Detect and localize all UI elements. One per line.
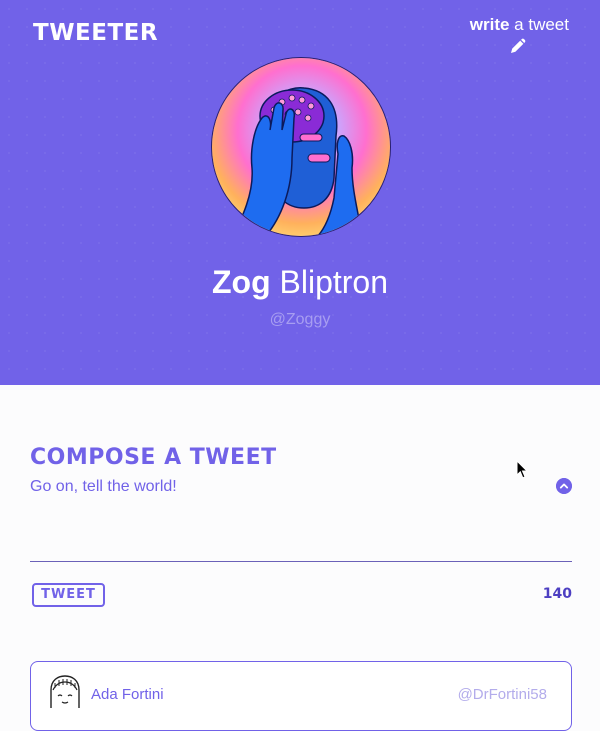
app-logo[interactable]: TWEETER <box>33 20 158 46</box>
tweet-card[interactable]: Ada Fortini @DrFortini58 <box>30 661 572 731</box>
write-tweet-link-rest: a tweet <box>509 15 569 34</box>
profile-avatar <box>211 57 391 237</box>
tweet-author-avatar <box>50 675 80 708</box>
compose-input[interactable]: Go on, tell the world! <box>30 478 177 496</box>
tweet-button[interactable]: TWEET <box>32 583 105 607</box>
pencil-icon[interactable] <box>508 36 528 56</box>
profile-handle: @Zoggy <box>269 311 331 328</box>
avatar-illustration <box>212 58 390 236</box>
chevron-up-icon[interactable] <box>556 478 572 494</box>
profile-last-name: Bliptron <box>270 264 389 300</box>
mouse-cursor-icon <box>516 460 528 479</box>
profile-name: Zog Bliptron <box>0 264 600 301</box>
character-counter: 140 <box>542 586 572 602</box>
tweet-author-name[interactable]: Ada Fortini <box>91 686 164 703</box>
profile-header: TWEETER write a tweet Zog Bliptron @Zogg… <box>0 0 600 385</box>
tweet-author-handle[interactable]: @DrFortini58 <box>458 686 547 703</box>
profile-first-name: Zog <box>211 264 271 300</box>
write-tweet-link[interactable]: write a tweet <box>470 15 569 35</box>
compose-title: COMPOSE A TWEET <box>30 445 277 470</box>
write-tweet-link-strong: write <box>469 15 510 34</box>
compose-divider <box>30 561 572 562</box>
